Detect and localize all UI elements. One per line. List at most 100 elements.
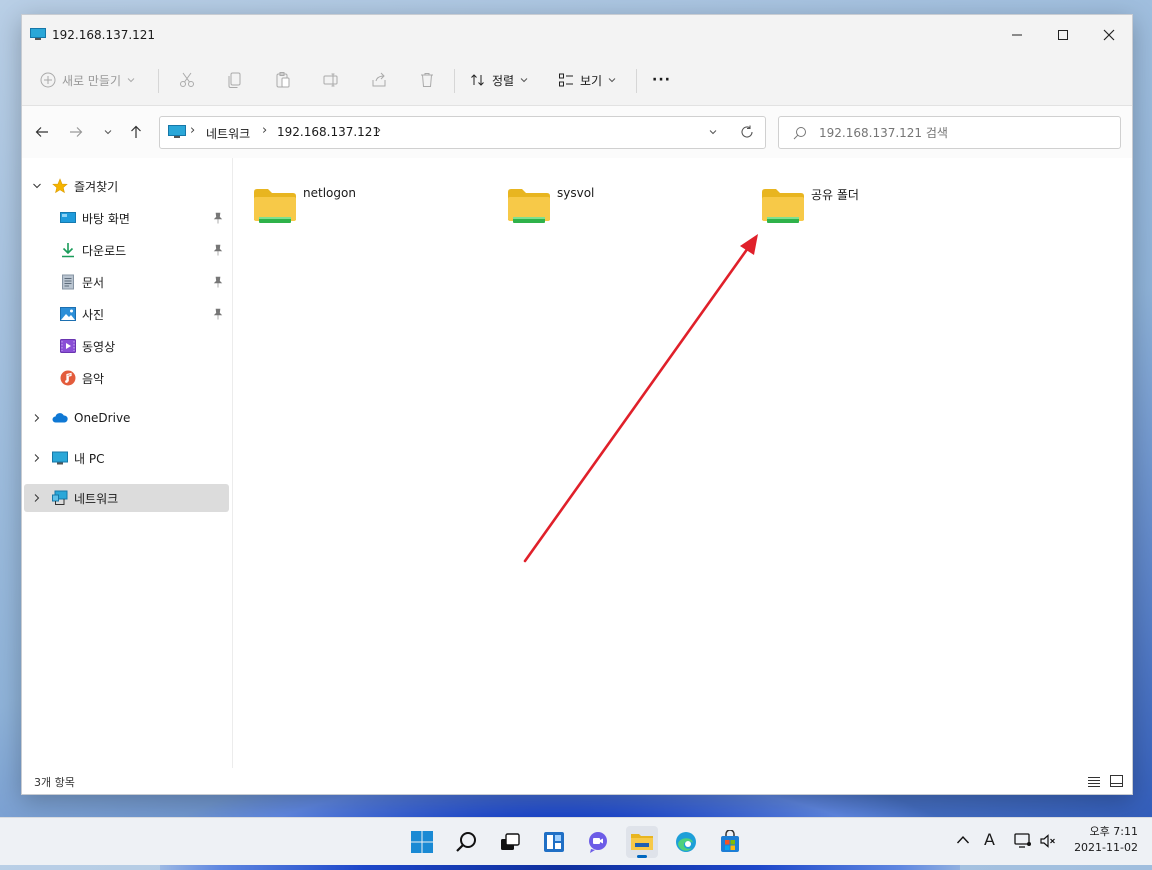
breadcrumb-separator: › xyxy=(262,123,268,138)
sort-button[interactable]: 정렬 xyxy=(470,65,528,95)
back-button[interactable] xyxy=(30,120,54,144)
status-bar: 3개 항목 xyxy=(22,768,1132,794)
pin-icon[interactable] xyxy=(213,244,223,256)
sidebar-item-onedrive[interactable]: OneDrive xyxy=(24,404,229,432)
pin-icon[interactable] xyxy=(213,212,223,224)
tiles-view-icon[interactable] xyxy=(1110,775,1123,787)
sort-icon xyxy=(471,74,484,86)
chevron-right-icon[interactable] xyxy=(32,453,42,463)
teams-chat-icon xyxy=(589,832,607,853)
sidebar-item-downloads[interactable]: 다운로드 xyxy=(24,236,229,264)
plus-circle-icon xyxy=(40,72,56,88)
copy-button[interactable] xyxy=(226,65,244,95)
recent-locations-button[interactable] xyxy=(96,120,120,144)
sidebar-item-videos[interactable]: 동영상 xyxy=(24,332,229,360)
widgets-button[interactable] xyxy=(538,826,570,858)
sidebar-item-desktop[interactable]: 바탕 화면 xyxy=(24,204,229,232)
shared-folder-icon xyxy=(508,189,550,223)
clock-time: 오후 7:11 xyxy=(1089,825,1138,838)
close-button[interactable] xyxy=(1086,15,1132,55)
maximize-icon xyxy=(1058,30,1068,40)
up-button[interactable] xyxy=(124,120,148,144)
refresh-icon[interactable] xyxy=(740,125,754,139)
new-button-label: 새로 만들기 xyxy=(62,73,122,88)
toolbar-divider xyxy=(158,69,159,93)
search-box[interactable] xyxy=(778,116,1121,149)
new-button[interactable]: 새로 만들기 xyxy=(40,65,135,95)
system-clock[interactable]: 오후 7:11 2021-11-02 xyxy=(1074,824,1138,856)
sidebar-item-label: 다운로드 xyxy=(82,243,127,258)
widgets-icon xyxy=(544,832,564,852)
delete-button[interactable] xyxy=(418,65,436,95)
arrow-up-icon xyxy=(131,125,141,138)
sidebar-item-label: OneDrive xyxy=(74,411,131,425)
sidebar-item-network[interactable]: 네트워크 xyxy=(24,484,229,512)
videos-icon xyxy=(60,339,76,353)
search-taskbar-button[interactable] xyxy=(450,826,482,858)
chevron-down-icon[interactable] xyxy=(32,181,42,191)
maximize-button[interactable] xyxy=(1040,15,1086,55)
cut-button[interactable] xyxy=(178,65,196,95)
task-view-button[interactable] xyxy=(494,826,526,858)
breadcrumb-separator: › xyxy=(190,123,196,138)
view-button[interactable]: 보기 xyxy=(558,65,616,95)
network-computer-icon xyxy=(30,28,46,40)
search-input[interactable] xyxy=(817,123,1111,143)
sidebar-item-pictures[interactable]: 사진 xyxy=(24,300,229,328)
arrow-right-icon xyxy=(70,127,83,137)
store-button[interactable] xyxy=(714,826,746,858)
scissors-icon xyxy=(180,72,194,87)
pin-icon[interactable] xyxy=(213,276,223,288)
toolbar-divider xyxy=(636,69,637,93)
sidebar-item-label: 내 PC xyxy=(74,451,105,466)
paste-button[interactable] xyxy=(274,65,292,95)
pin-icon[interactable] xyxy=(213,308,223,320)
sidebar-item-label: 즐겨찾기 xyxy=(74,179,119,194)
edge-browser-icon xyxy=(676,832,696,852)
file-explorer-taskbar-button[interactable] xyxy=(626,826,658,858)
minimize-icon xyxy=(1012,34,1022,36)
volume-muted-icon[interactable] xyxy=(1040,834,1056,848)
show-hidden-icons-chevron-icon[interactable] xyxy=(956,834,970,846)
start-button[interactable] xyxy=(406,826,438,858)
sidebar-item-label: 사진 xyxy=(82,307,105,322)
sidebar-item-music[interactable]: 음악 xyxy=(24,364,229,392)
view-icon xyxy=(559,73,573,87)
details-view-icon[interactable] xyxy=(1088,776,1100,787)
edge-button[interactable] xyxy=(670,826,702,858)
close-icon xyxy=(1103,29,1115,41)
more-options-icon: ··· xyxy=(652,72,671,88)
sidebar-item-favorites[interactable]: 즐겨찾기 xyxy=(24,172,229,200)
folder-item-sysvol[interactable]: sysvol xyxy=(497,176,697,232)
breadcrumb-network[interactable]: 네트워크 xyxy=(206,125,250,142)
chevron-down-icon xyxy=(104,130,112,135)
minimize-button[interactable] xyxy=(994,15,1040,55)
chevron-right-icon[interactable] xyxy=(32,413,42,423)
file-explorer-window: 192.168.137.121 새로 만들기 정렬 보기 ··· › 네트워크 … xyxy=(21,14,1133,795)
chevron-right-icon[interactable] xyxy=(32,493,42,503)
breadcrumb-host[interactable]: 192.168.137.121 xyxy=(277,125,380,139)
more-options-button[interactable]: ··· xyxy=(652,65,671,95)
sidebar-item-label: 바탕 화면 xyxy=(82,211,130,226)
folder-item-netlogon[interactable]: netlogon xyxy=(243,176,443,232)
desktop-icon xyxy=(60,212,76,223)
chevron-down-icon xyxy=(520,78,528,83)
navigation-bar: › 네트워크 › 192.168.137.121 › xyxy=(22,106,1132,158)
address-history-chevron-icon[interactable] xyxy=(708,127,718,137)
sidebar-item-documents[interactable]: 문서 xyxy=(24,268,229,296)
share-button[interactable] xyxy=(370,65,388,95)
network-computer-icon xyxy=(168,125,186,138)
search-icon xyxy=(793,127,806,140)
chat-button[interactable] xyxy=(582,826,614,858)
folder-item-shared-folder[interactable]: 공유 폴더 xyxy=(751,176,951,232)
network-status-icon[interactable] xyxy=(1014,833,1032,849)
address-bar[interactable]: › 네트워크 › 192.168.137.121 › xyxy=(159,116,766,149)
forward-button[interactable] xyxy=(64,120,88,144)
taskbar: A 오후 7:11 2021-11-02 xyxy=(0,817,1152,865)
clock-date: 2021-11-02 xyxy=(1074,841,1138,854)
rename-button[interactable] xyxy=(322,65,340,95)
download-icon xyxy=(62,243,74,258)
sidebar-item-this-pc[interactable]: 내 PC xyxy=(24,444,229,472)
title-bar[interactable]: 192.168.137.121 xyxy=(22,15,1132,55)
ime-indicator[interactable]: A xyxy=(984,830,995,849)
